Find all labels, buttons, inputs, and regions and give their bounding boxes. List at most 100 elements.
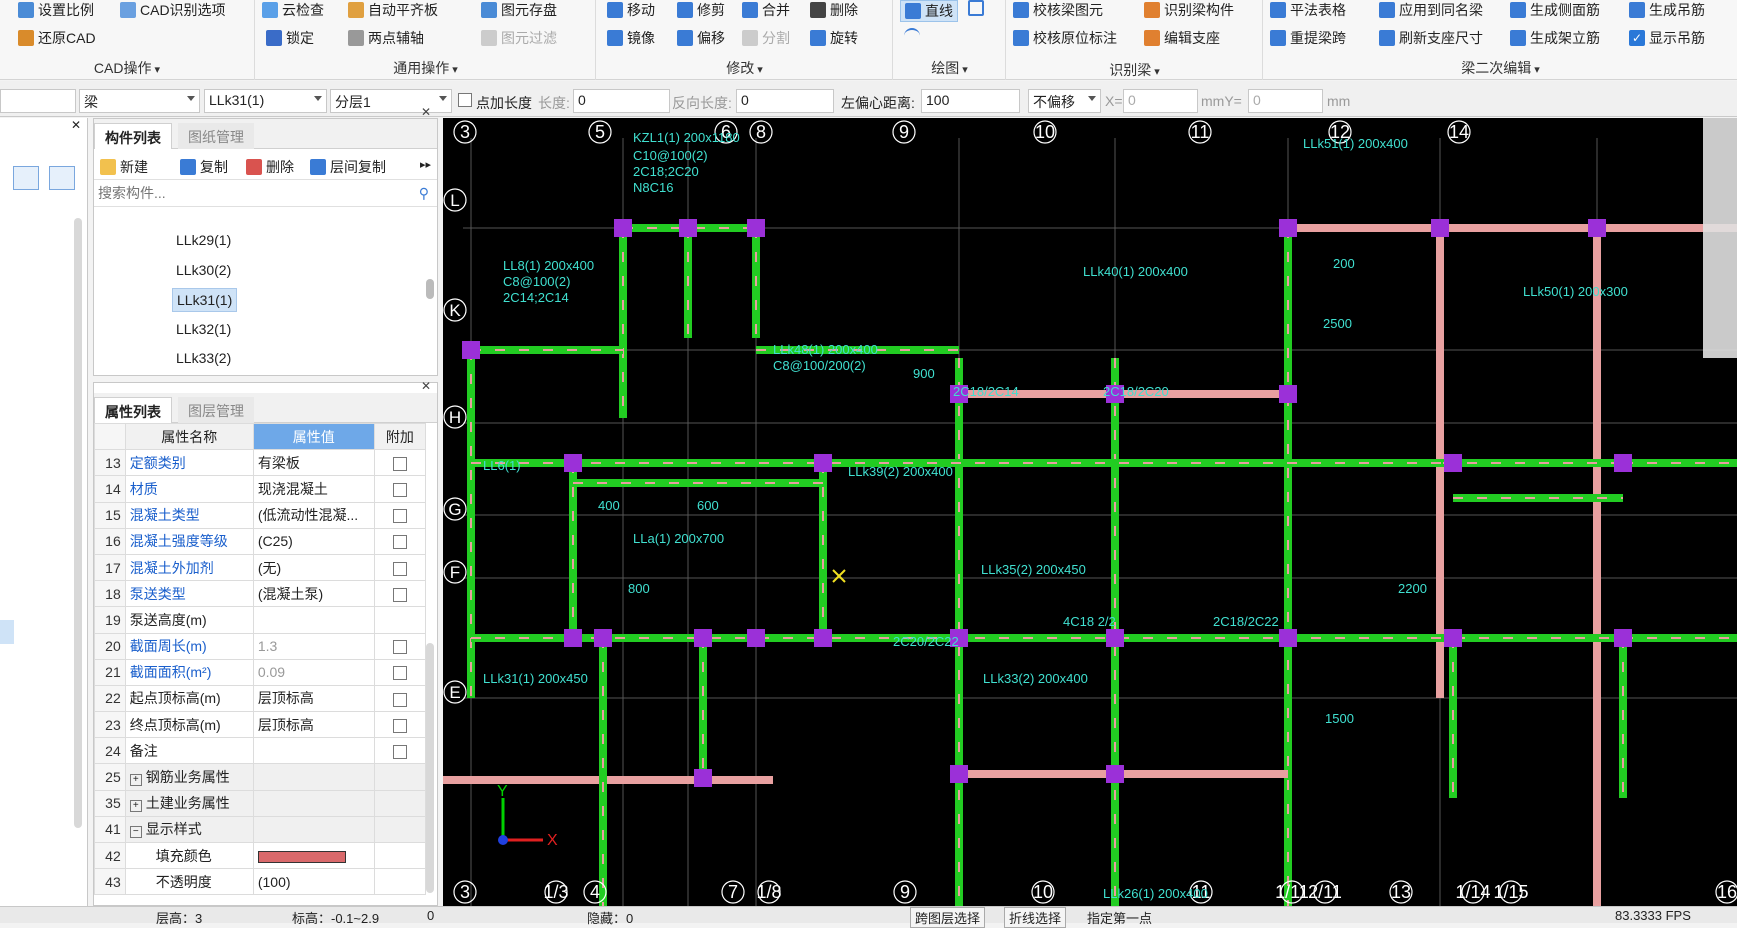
left-offset-input[interactable]: 100 [921,89,1020,113]
tree-item[interactable]: LLk33(2) [172,347,235,371]
floor-select[interactable] [0,89,76,113]
refresh-support-button[interactable]: 刷新支座尺寸 [1379,28,1483,48]
property-row[interactable]: 19 泵送高度(m) [94,606,427,634]
move-button[interactable]: 移动 [607,0,655,20]
property-row[interactable]: 21 截面面积(m²) 0.09 [94,658,427,686]
property-value[interactable]: 层顶标高 [252,711,375,739]
cad-drawing[interactable]: 3 5 6 8 9 10 11 12 143 1/3 4 7 1/8 9 10 11 1/11 2/11 13 1/1… [443,118,1737,906]
apply-same-name-button[interactable]: 应用到同名梁 [1379,0,1483,20]
element-save-button[interactable]: 图元存盘 [481,0,557,20]
cloud-check-button[interactable]: 云检查 [262,0,324,20]
extra-checkbox[interactable] [392,535,407,550]
property-value[interactable]: 0.09 [252,658,375,686]
recognize-beam-button[interactable]: 识别梁构件 [1144,0,1234,20]
property-row[interactable]: 14 材质 现浇混凝土 [94,475,427,503]
two-point-axis-button[interactable]: 两点辅轴 [348,28,424,48]
arc-draw-button[interactable] [904,28,920,44]
extra-checkbox[interactable] [392,718,407,733]
gen-side-rebar-button[interactable]: 生成侧面筋 [1510,0,1600,20]
property-value[interactable] [252,815,375,844]
restore-cad-button[interactable]: 还原CAD [18,28,96,48]
collapse-icon[interactable]: − [129,826,142,839]
more-icon[interactable]: ▸▸ [420,158,431,171]
set-scale-button[interactable]: 设置比例 [18,0,94,20]
general-ops-title[interactable]: 通用操作 [256,58,595,78]
property-row[interactable]: 17 混凝土外加剂 (无) [94,553,427,582]
trim-button[interactable]: 修剪 [677,0,725,20]
search-input[interactable] [94,181,394,205]
add-length-checkbox[interactable] [458,93,472,107]
tree-item[interactable]: LLk30(2) [172,259,235,283]
rotate-button[interactable]: 旋转 [810,28,858,48]
line-button[interactable]: 直线 [900,0,958,22]
property-value[interactable] [252,737,375,765]
check-beam-button[interactable]: 校核梁图元 [1013,0,1103,20]
extra-checkbox[interactable] [392,483,407,498]
modify-title[interactable]: 修改 [597,58,892,78]
extra-checkbox[interactable] [392,587,407,602]
property-row[interactable]: 25 + 钢筋业务属性 [94,763,427,791]
property-row[interactable]: 23 终点顶标高(m) 层顶标高 [94,711,427,739]
draw-title[interactable]: 绘图 [894,58,1005,78]
layer-select[interactable]: 分层1 [330,89,452,113]
type-select[interactable]: 梁 [79,89,200,113]
delete-component-button[interactable]: 删除 [246,157,294,177]
property-value[interactable]: 有梁板 [252,449,375,477]
property-row[interactable]: 43 不透明度 (100) [94,868,427,896]
tab-component-list[interactable]: 构件列表 [94,123,172,149]
property-row[interactable]: 41− 显示样式 [94,815,427,844]
auto-align-button[interactable]: 自动平齐板 [348,0,438,20]
property-row[interactable]: 20 截面周长(m) 1.3 [94,632,427,660]
extra-checkbox[interactable] [392,456,407,471]
property-row[interactable]: 24 备注 [94,737,427,765]
property-row[interactable]: 15 混凝土类型 (低流动性混凝... [94,501,427,529]
property-row[interactable]: 18 泵送类型 (混凝土泵) [94,580,427,608]
property-row[interactable]: 13 定额类别 有梁板 [94,449,427,477]
property-row[interactable]: 42 填充颜色 [94,841,427,870]
beam-edit-title[interactable]: 梁二次编辑 [1264,58,1737,78]
flat-table-button[interactable]: 平法表格 [1270,0,1346,20]
tab-layer-management[interactable]: 图层管理 [178,397,254,423]
property-value[interactable]: (混凝土泵) [252,580,375,608]
property-row[interactable]: 35 + 土建业务属性 [94,789,427,817]
extra-checkbox[interactable] [392,509,407,524]
offset-mode-select[interactable]: 不偏移 [1028,89,1101,113]
grid-view-icon[interactable] [49,166,75,190]
tree-scrollbar[interactable] [426,279,434,299]
element-select[interactable]: LLk31(1) [204,89,327,113]
property-value[interactable]: (100) [252,868,375,896]
show-hanger-checkbox[interactable]: ✓ 显示吊筋 [1629,28,1705,48]
edit-support-button[interactable]: 编辑支座 [1144,28,1220,48]
close-icon[interactable]: ✕ [421,379,431,393]
property-value[interactable] [252,763,375,791]
extra-checkbox[interactable] [392,561,407,576]
polyline-select-button[interactable]: 折线选择 [1004,907,1067,928]
mirror-button[interactable]: 镜像 [607,28,655,48]
property-value[interactable] [252,841,375,870]
split-button[interactable]: 分割 [742,28,790,48]
gen-stirrup-button[interactable]: 生成架立筋 [1510,28,1600,48]
tab-property-list[interactable]: 属性列表 [94,397,172,423]
property-value[interactable]: (低流动性混凝... [252,501,375,529]
check-origin-button[interactable]: 校核原位标注 [1013,28,1117,48]
fill-color-swatch[interactable] [257,850,346,863]
cross-layer-select-button[interactable]: 跨图层选择 [910,907,986,928]
extra-checkbox[interactable] [392,640,407,655]
component-search[interactable]: ⚲ [94,181,437,207]
relift-span-button[interactable]: 重提梁跨 [1270,28,1346,48]
delete-button[interactable]: 删除 [810,0,858,20]
cad-options-button[interactable]: CAD识别选项 [120,0,226,20]
nav-selected-item[interactable] [0,620,14,644]
y-input[interactable]: 0 [1248,89,1323,113]
merge-button[interactable]: 合并 [742,0,790,20]
list-view-icon[interactable] [13,166,39,190]
lock-button[interactable]: 锁定 [266,28,314,48]
cad-canvas[interactable]: 3 5 6 8 9 10 11 12 14 3 1/3 4 7 1/8 9 10 11 1/11 2/11 13 1/1… [443,118,1737,906]
nav-scrollbar[interactable] [74,218,82,828]
search-icon[interactable]: ⚲ [419,185,429,202]
property-value[interactable] [252,606,375,634]
property-value[interactable]: 1.3 [252,632,375,660]
property-value[interactable]: (C25) [252,527,375,555]
expand-icon[interactable]: + [129,774,142,787]
copy-button[interactable]: 复制 [180,157,228,177]
